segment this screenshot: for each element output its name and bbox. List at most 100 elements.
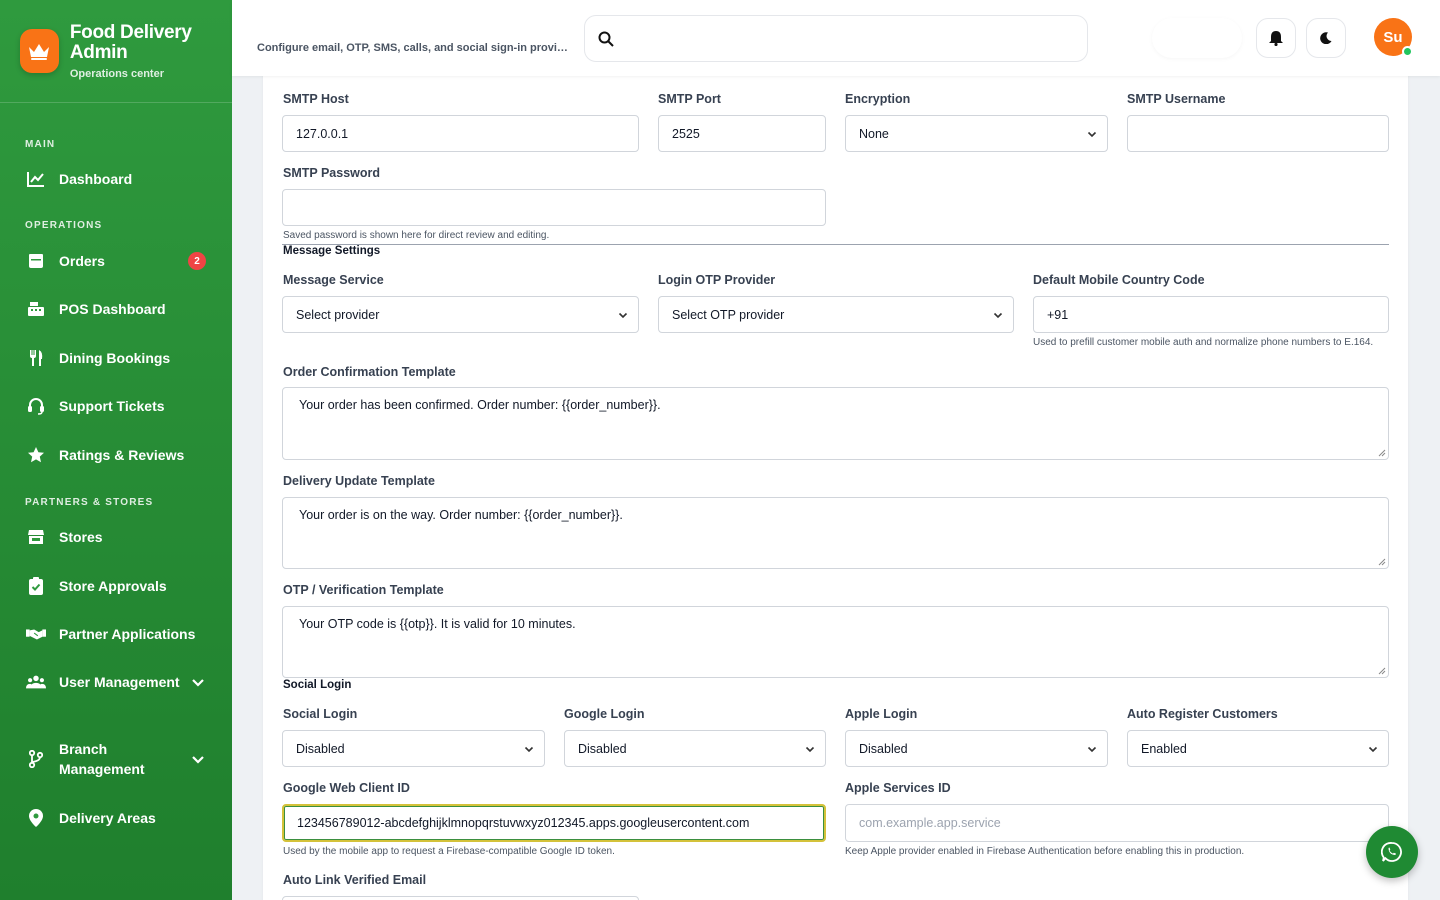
smtp-password-input[interactable] xyxy=(282,189,826,226)
chevron-down-icon xyxy=(1087,131,1097,138)
apple-services-id-help: Keep Apple provider enabled in Firebase … xyxy=(845,846,1245,857)
sidebar-item-dining-bookings[interactable]: Dining Bookings xyxy=(26,348,206,368)
order-template-label: Order Confirmation Template xyxy=(283,365,456,379)
sidebar-item-label: POS Dashboard xyxy=(59,301,166,317)
chevron-down-icon xyxy=(524,746,534,753)
sidebar-item-store-approvals[interactable]: Store Approvals xyxy=(26,576,206,596)
sidebar-item-label: Ratings & Reviews xyxy=(59,447,185,463)
sidebar-item-partner-applications[interactable]: Partner Applications xyxy=(26,624,206,644)
delivery-template-text: Your order is on the way. Order number: … xyxy=(299,508,623,522)
google-client-id-label: Google Web Client ID xyxy=(283,781,410,795)
avatar-initials: Su xyxy=(1383,28,1403,46)
sidebar-item-label: Stores xyxy=(59,529,103,545)
delivery-template-label: Delivery Update Template xyxy=(283,474,435,488)
handshake-icon xyxy=(26,624,46,644)
sidebar-item-label: Dining Bookings xyxy=(59,350,171,366)
settings-card: SMTP Host 127.0.0.1 SMTP Port 2525 Encry… xyxy=(263,40,1408,900)
social-login-select[interactable]: Disabled xyxy=(282,730,545,767)
social-login-value: Disabled xyxy=(296,741,345,756)
smtp-host-input[interactable]: 127.0.0.1 xyxy=(282,115,639,152)
sidebar-item-stores[interactable]: Stores xyxy=(26,527,206,547)
google-client-id-help: Used by the mobile app to request a Fire… xyxy=(283,846,615,857)
otp-provider-select[interactable]: Select OTP provider xyxy=(658,296,1014,333)
social-login-label: Social Login xyxy=(283,707,358,721)
smtp-port-label: SMTP Port xyxy=(658,92,721,106)
sidebar-item-pos-dashboard[interactable]: POS Dashboard xyxy=(26,299,206,319)
users-icon xyxy=(26,672,46,692)
sidebar-item-user-management[interactable]: User Management xyxy=(26,672,206,692)
chevron-down-icon[interactable] xyxy=(190,751,206,767)
message-settings-title: Message Settings xyxy=(283,245,381,257)
smtp-port-input[interactable]: 2525 xyxy=(658,115,826,152)
resize-grip-icon[interactable] xyxy=(1378,449,1386,457)
encryption-value: None xyxy=(859,126,889,141)
google-login-select[interactable]: Disabled xyxy=(564,730,826,767)
otp-template-label: OTP / Verification Template xyxy=(283,583,444,597)
branch-icon xyxy=(26,749,46,769)
auto-register-select[interactable]: Enabled xyxy=(1127,730,1389,767)
smtp-password-label: SMTP Password xyxy=(283,166,381,180)
sidebar-item-label: Partner Applications xyxy=(59,626,196,642)
order-template-textarea[interactable]: Your order has been confirmed. Order num… xyxy=(282,387,1389,460)
otp-template-text: Your OTP code is {{otp}}. It is valid fo… xyxy=(299,617,576,631)
avatar[interactable]: Su xyxy=(1374,18,1413,57)
auto-link-email-select[interactable] xyxy=(282,896,639,900)
chevron-down-icon xyxy=(993,312,1003,319)
sidebar-item-dashboard[interactable]: Dashboard xyxy=(26,169,206,189)
theme-toggle-button[interactable] xyxy=(1306,18,1346,58)
google-login-label: Google Login xyxy=(564,707,645,721)
chevron-down-icon xyxy=(618,312,628,319)
sidebar-item-delivery-areas[interactable]: Delivery Areas xyxy=(26,808,206,828)
sidebar-item-ratings-reviews[interactable]: Ratings & Reviews xyxy=(26,445,206,465)
apple-services-id-input[interactable]: com.example.app.service xyxy=(845,804,1389,842)
chevron-down-icon xyxy=(1087,746,1097,753)
country-code-input[interactable]: +91 xyxy=(1033,296,1389,333)
search-input[interactable] xyxy=(624,31,1064,46)
apple-login-select[interactable]: Disabled xyxy=(845,730,1108,767)
page-description: Configure email, OTP, SMS, calls, and so… xyxy=(257,42,572,54)
country-code-help: Used to prefill customer mobile auth and… xyxy=(1033,337,1374,348)
auto-register-label: Auto Register Customers xyxy=(1127,707,1278,721)
smtp-username-input[interactable] xyxy=(1127,115,1389,152)
message-service-select[interactable]: Select provider xyxy=(282,296,639,333)
bell-icon xyxy=(1269,31,1283,46)
sidebar-item-label: Branch Management xyxy=(59,741,145,777)
topbar-pill[interactable] xyxy=(1152,18,1242,58)
store-icon xyxy=(26,527,46,547)
google-client-id-input[interactable]: 123456789012-abcdefghijklmnopqrstuvwxyz0… xyxy=(282,804,826,842)
country-code-label: Default Mobile Country Code xyxy=(1033,273,1205,287)
smtp-host-label: SMTP Host xyxy=(283,92,349,106)
crown-icon xyxy=(20,29,59,73)
star-icon xyxy=(26,445,46,465)
sidebar-item-label: Dashboard xyxy=(59,171,133,187)
whatsapp-chat-button[interactable] xyxy=(1366,826,1418,878)
chevron-down-icon[interactable] xyxy=(190,674,206,690)
cart-icon xyxy=(26,251,46,271)
chart-line-icon xyxy=(26,169,46,189)
sidebar-item-label: Orders xyxy=(59,253,105,269)
social-login-title: Social Login xyxy=(283,679,352,691)
search-bar[interactable] xyxy=(584,15,1088,62)
order-template-text: Your order has been confirmed. Order num… xyxy=(299,398,661,412)
resize-grip-icon[interactable] xyxy=(1378,667,1386,675)
nav-section-operations: OPERATIONS xyxy=(25,220,103,231)
delivery-template-textarea[interactable]: Your order is on the way. Order number: … xyxy=(282,497,1389,569)
sidebar: Food Delivery Admin Operations center MA… xyxy=(0,0,232,900)
encryption-select[interactable]: None xyxy=(845,115,1108,152)
sidebar-item-orders[interactable]: Orders 2 xyxy=(26,251,206,271)
section-divider xyxy=(282,244,1389,245)
google-login-value: Disabled xyxy=(578,741,627,756)
message-service-value: Select provider xyxy=(296,307,380,322)
resize-grip-icon[interactable] xyxy=(1378,558,1386,566)
otp-provider-label: Login OTP Provider xyxy=(658,273,776,287)
search-icon xyxy=(598,31,614,47)
otp-template-textarea[interactable]: Your OTP code is {{otp}}. It is valid fo… xyxy=(282,606,1389,678)
sidebar-item-branch-management[interactable]: Branch Management xyxy=(26,739,206,779)
sidebar-item-support-tickets[interactable]: Support Tickets xyxy=(26,396,206,416)
chevron-down-icon xyxy=(1368,746,1378,753)
sidebar-item-label: Store Approvals xyxy=(59,578,167,594)
notifications-button[interactable] xyxy=(1256,18,1296,58)
moon-icon xyxy=(1320,32,1332,44)
message-service-label: Message Service xyxy=(283,273,384,287)
brand[interactable]: Food Delivery Admin Operations center xyxy=(0,0,232,103)
